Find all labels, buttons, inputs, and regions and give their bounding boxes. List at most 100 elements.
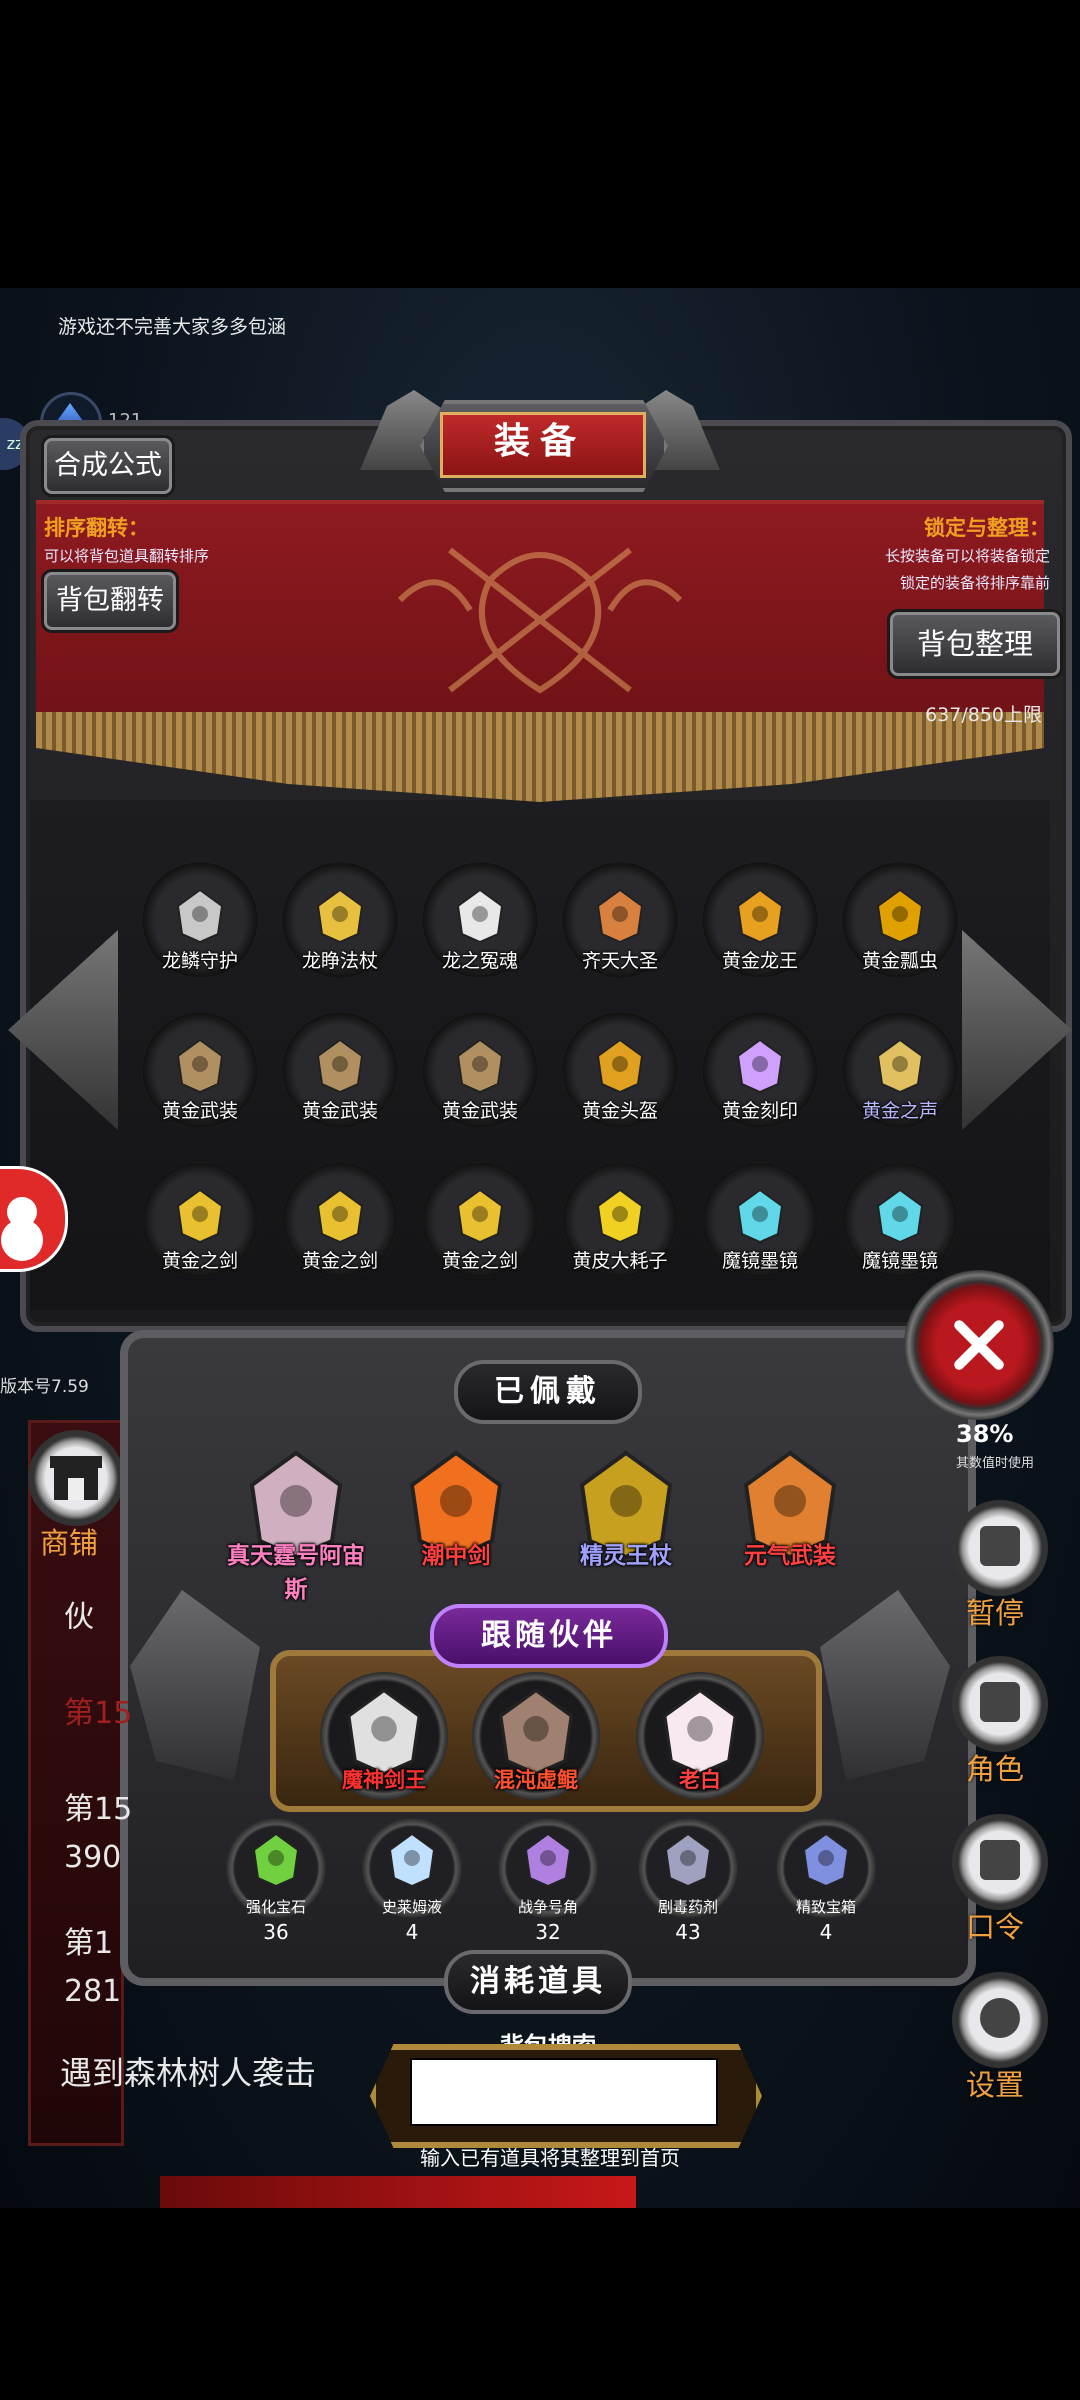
lock-hint-text: 长按装备可以将装备锁定 — [884, 547, 1050, 565]
partner-label: 老白 — [679, 1768, 721, 1792]
treasure-chest-icon — [802, 1832, 850, 1888]
inventory-slot-label: 黄金之剑 — [161, 1250, 238, 1272]
green-gem-icon — [252, 1832, 300, 1888]
code-button[interactable] — [952, 1814, 1048, 1910]
search-input[interactable] — [410, 2058, 718, 2126]
crossed-swords-crest-icon — [397, 547, 683, 694]
book-icon — [980, 1840, 1020, 1880]
equipped-item-label: 精灵王杖 — [580, 1543, 672, 1569]
consumable-count: 43 — [675, 1920, 701, 1944]
golden-armor-icon — [176, 1038, 224, 1094]
partner-title: 跟随伙伴 — [430, 1604, 668, 1668]
side-button-label: 口令 — [965, 1910, 1024, 1944]
golden-armor-icon — [316, 1038, 364, 1094]
settings-button[interactable] — [952, 1972, 1048, 2068]
inventory-slot-label: 黄金之剑 — [301, 1250, 378, 1272]
golden-beetle-icon — [876, 888, 924, 944]
partner-label: 混沌虚鲲 — [494, 1768, 578, 1792]
magic-mirror-icon — [876, 1188, 924, 1244]
percent-caption: 其数值时使用 — [956, 1456, 1035, 1471]
inventory-slot-label: 黄金武装 — [441, 1100, 518, 1122]
monkey-king-icon — [596, 888, 644, 944]
inventory-slot-label: 黄金武装 — [301, 1100, 378, 1122]
golden-sword-icon — [176, 1188, 224, 1244]
war-horn-icon — [524, 1832, 572, 1888]
inventory-slot-label: 黄金之剑 — [441, 1250, 518, 1272]
skeleton-dragon-icon — [456, 888, 504, 944]
consumable-count: 4 — [819, 1920, 833, 1944]
hooded-figure-icon — [980, 1682, 1020, 1722]
inventory-slot-label: 黄金刻印 — [721, 1100, 798, 1122]
shop-button[interactable] — [28, 1430, 124, 1526]
inventory-slot-label: 黄金头盔 — [581, 1100, 658, 1122]
consumable-label: 强化宝石 — [245, 1898, 306, 1916]
inventory-slot-label: 黄皮大耗子 — [572, 1250, 668, 1272]
side-button-label: 角色 — [965, 1752, 1024, 1786]
character-button[interactable] — [952, 1656, 1048, 1752]
golden-armor-icon — [456, 1038, 504, 1094]
slime-potion-icon — [388, 1832, 436, 1888]
golden-sword-icon — [316, 1188, 364, 1244]
inventory-slot-label: 龙鳞守护 — [161, 950, 238, 972]
partner-label: 魔神剑王 — [342, 1768, 426, 1792]
golden-staff-icon — [316, 888, 364, 944]
version-text: 版本号7.59 — [0, 1377, 89, 1397]
equipped-item-label: 潮中剑 — [421, 1543, 491, 1569]
yellow-rat-icon — [596, 1188, 644, 1244]
inventory-slot-label: 龙睁法杖 — [301, 950, 378, 972]
inventory-slot-label: 齐天大圣 — [581, 950, 658, 972]
inventory-slot-label: 黄金之声 — [861, 1100, 938, 1122]
consumable-label: 剧毒药剂 — [657, 1898, 718, 1916]
dice-icon — [980, 1526, 1020, 1566]
log-line: 281 — [64, 1974, 122, 2009]
percent-value: 38% — [956, 1420, 1014, 1448]
inventory-slot-label: 黄金龙王 — [721, 950, 798, 972]
inventory-slot-label: 魔镜墨镜 — [861, 1250, 938, 1272]
equipped-item-label: 真天霆号阿宙斯 — [227, 1543, 365, 1603]
flip-button[interactable]: 背包翻转 — [44, 572, 176, 630]
magic-mirror-icon — [736, 1188, 784, 1244]
side-button-label: 设置 — [965, 2068, 1024, 2102]
side-button-label: 暂停 — [965, 1596, 1024, 1630]
consumable-label: 精致宝箱 — [795, 1898, 856, 1916]
shop-label: 商铺 — [40, 1526, 99, 1560]
gear-icon — [980, 1998, 1020, 2038]
sort-button[interactable]: 背包整理 — [890, 612, 1060, 676]
golden-seal-icon — [736, 1038, 784, 1094]
lock-hint-title: 锁定与整理： — [924, 516, 1050, 540]
log-line: 第1 — [64, 1926, 114, 1961]
capacity-text: 637/850上限 — [925, 704, 1042, 726]
inventory-slot-label: 黄金武装 — [161, 1100, 238, 1122]
consumable-count: 32 — [535, 1920, 561, 1944]
poison-flask-icon — [664, 1832, 712, 1888]
equipped-item-label: 元气武装 — [744, 1543, 836, 1569]
consumable-count: 4 — [405, 1920, 419, 1944]
consumables-title: 消耗道具 — [444, 1950, 632, 2014]
log-line: 第15 — [64, 1792, 133, 1827]
close-button[interactable] — [904, 1270, 1054, 1420]
golden-dragon-icon — [736, 888, 784, 944]
dragon-mask-icon — [176, 888, 224, 944]
golden-helmet-icon — [596, 1038, 644, 1094]
consumable-count: 36 — [263, 1920, 289, 1944]
inventory-slot-label: 龙之冤魂 — [441, 950, 518, 972]
shop-icon — [50, 1456, 102, 1500]
pause-button[interactable] — [952, 1500, 1048, 1596]
consumable-label: 史莱姆液 — [381, 1898, 442, 1916]
page-title: 装备 — [493, 421, 586, 462]
consumable-label: 战争号角 — [517, 1898, 578, 1916]
search-hint: 输入已有道具将其整理到首页 — [420, 2146, 680, 2170]
bottom-health-bar — [160, 2176, 636, 2208]
log-bottom-line: 遇到森林树人袭击 — [60, 2054, 317, 2092]
flip-hint-text: 可以将背包道具翻转排序 — [44, 547, 210, 565]
notice-text: 游戏还不完善大家多多包涵 — [58, 316, 287, 338]
inventory-slot-label: 黄金瓢虫 — [861, 950, 938, 972]
golden-sword-icon — [456, 1188, 504, 1244]
golden-harp-icon — [876, 1038, 924, 1094]
flip-hint-title: 排序翻转： — [44, 516, 149, 540]
log-line: 390 — [64, 1840, 122, 1875]
log-line: 第15 — [64, 1696, 133, 1731]
equipped-title: 已佩戴 — [454, 1360, 642, 1424]
recipe-button[interactable]: 合成公式 — [44, 438, 172, 494]
log-line: 伙 — [64, 1600, 94, 1635]
